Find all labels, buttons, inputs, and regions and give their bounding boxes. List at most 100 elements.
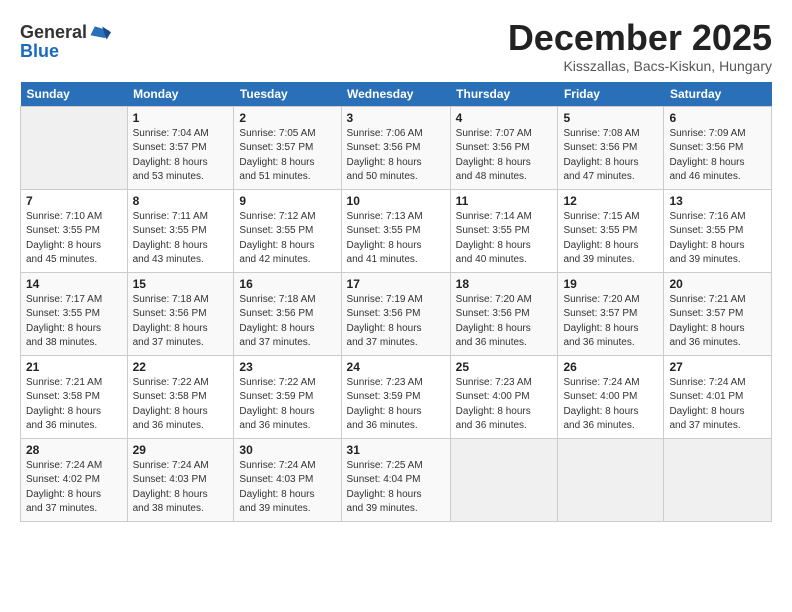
- day-cell: 5 Sunrise: 7:08 AM Sunset: 3:56 PM Daylig…: [558, 106, 664, 189]
- day-cell: 20 Sunrise: 7:21 AM Sunset: 3:57 PM Dayli…: [664, 272, 772, 355]
- day-number: 5: [563, 111, 658, 125]
- logo-blue: Blue: [20, 42, 111, 62]
- day-number: 29: [133, 443, 229, 457]
- day-cell: 14 Sunrise: 7:17 AM Sunset: 3:55 PM Dayli…: [21, 272, 128, 355]
- day-info: Sunrise: 7:05 AM Sunset: 3:57 PM Dayligh…: [239, 127, 335, 185]
- day-info: Sunrise: 7:24 AM Sunset: 4:01 PM Dayligh…: [669, 376, 766, 434]
- day-number: 7: [26, 194, 122, 208]
- day-info: Sunrise: 7:25 AM Sunset: 4:04 PM Dayligh…: [347, 459, 445, 517]
- day-header: Wednesday: [341, 82, 450, 107]
- day-info: Sunrise: 7:24 AM Sunset: 4:03 PM Dayligh…: [133, 459, 229, 517]
- day-number: 24: [347, 360, 445, 374]
- day-cell: 8 Sunrise: 7:11 AM Sunset: 3:55 PM Daylig…: [127, 189, 234, 272]
- day-info: Sunrise: 7:15 AM Sunset: 3:55 PM Dayligh…: [563, 210, 658, 268]
- day-info: Sunrise: 7:21 AM Sunset: 3:57 PM Dayligh…: [669, 293, 766, 351]
- day-number: 11: [456, 194, 553, 208]
- day-cell: 25Sunrise: 7:23 AM Sunset: 4:00 PM Dayli…: [450, 355, 558, 438]
- day-cell: 19 Sunrise: 7:20 AM Sunset: 3:57 PM Dayli…: [558, 272, 664, 355]
- day-cell: [450, 438, 558, 521]
- day-cell: 6 Sunrise: 7:09 AM Sunset: 3:56 PM Daylig…: [664, 106, 772, 189]
- day-info: Sunrise: 7:16 AM Sunset: 3:55 PM Dayligh…: [669, 210, 766, 268]
- day-info: Sunrise: 7:10 AM Sunset: 3:55 PM Dayligh…: [26, 210, 122, 268]
- day-number: 4: [456, 111, 553, 125]
- day-number: 26: [563, 360, 658, 374]
- day-cell: 4 Sunrise: 7:07 AM Sunset: 3:56 PM Daylig…: [450, 106, 558, 189]
- week-row: 7 Sunrise: 7:10 AM Sunset: 3:55 PM Daylig…: [21, 189, 772, 272]
- day-info: Sunrise: 7:20 AM Sunset: 3:57 PM Dayligh…: [563, 293, 658, 351]
- day-number: 28: [26, 443, 122, 457]
- header-section: General Blue December 2025 Kisszallas, B…: [20, 18, 772, 74]
- day-cell: 29 Sunrise: 7:24 AM Sunset: 4:03 PM Dayli…: [127, 438, 234, 521]
- day-info: Sunrise: 7:20 AM Sunset: 3:56 PM Dayligh…: [456, 293, 553, 351]
- day-cell: 30Sunrise: 7:24 AM Sunset: 4:03 PM Dayli…: [234, 438, 341, 521]
- week-row: 14 Sunrise: 7:17 AM Sunset: 3:55 PM Dayli…: [21, 272, 772, 355]
- day-cell: 13Sunrise: 7:16 AM Sunset: 3:55 PM Dayli…: [664, 189, 772, 272]
- day-cell: 2Sunrise: 7:05 AM Sunset: 3:57 PM Daylig…: [234, 106, 341, 189]
- day-info: Sunrise: 7:08 AM Sunset: 3:56 PM Dayligh…: [563, 127, 658, 185]
- day-cell: 15Sunrise: 7:18 AM Sunset: 3:56 PM Dayli…: [127, 272, 234, 355]
- day-number: 21: [26, 360, 122, 374]
- week-row: 28Sunrise: 7:24 AM Sunset: 4:02 PM Dayli…: [21, 438, 772, 521]
- day-number: 16: [239, 277, 335, 291]
- day-header: Sunday: [21, 82, 128, 107]
- day-cell: 28Sunrise: 7:24 AM Sunset: 4:02 PM Dayli…: [21, 438, 128, 521]
- day-info: Sunrise: 7:12 AM Sunset: 3:55 PM Dayligh…: [239, 210, 335, 268]
- day-info: Sunrise: 7:06 AM Sunset: 3:56 PM Dayligh…: [347, 127, 445, 185]
- day-cell: [664, 438, 772, 521]
- day-info: Sunrise: 7:22 AM Sunset: 3:59 PM Dayligh…: [239, 376, 335, 434]
- day-header: Monday: [127, 82, 234, 107]
- day-cell: 11 Sunrise: 7:14 AM Sunset: 3:55 PM Dayli…: [450, 189, 558, 272]
- day-cell: 9 Sunrise: 7:12 AM Sunset: 3:55 PM Daylig…: [234, 189, 341, 272]
- day-info: Sunrise: 7:17 AM Sunset: 3:55 PM Dayligh…: [26, 293, 122, 351]
- day-header: Friday: [558, 82, 664, 107]
- day-cell: 26 Sunrise: 7:24 AM Sunset: 4:00 PM Dayli…: [558, 355, 664, 438]
- logo: General Blue: [20, 22, 111, 62]
- day-info: Sunrise: 7:11 AM Sunset: 3:55 PM Dayligh…: [133, 210, 229, 268]
- day-cell: 10 Sunrise: 7:13 AM Sunset: 3:55 PM Dayli…: [341, 189, 450, 272]
- day-number: 10: [347, 194, 445, 208]
- day-number: 20: [669, 277, 766, 291]
- day-cell: [558, 438, 664, 521]
- day-info: Sunrise: 7:21 AM Sunset: 3:58 PM Dayligh…: [26, 376, 122, 434]
- day-info: Sunrise: 7:23 AM Sunset: 3:59 PM Dayligh…: [347, 376, 445, 434]
- day-header: Tuesday: [234, 82, 341, 107]
- day-number: 14: [26, 277, 122, 291]
- day-number: 6: [669, 111, 766, 125]
- week-row: 1 Sunrise: 7:04 AM Sunset: 3:57 PM Daylig…: [21, 106, 772, 189]
- day-info: Sunrise: 7:13 AM Sunset: 3:55 PM Dayligh…: [347, 210, 445, 268]
- day-info: Sunrise: 7:04 AM Sunset: 3:57 PM Dayligh…: [133, 127, 229, 185]
- day-cell: 3Sunrise: 7:06 AM Sunset: 3:56 PM Daylig…: [341, 106, 450, 189]
- logo-general: General: [20, 23, 87, 43]
- day-number: 12: [563, 194, 658, 208]
- day-number: 27: [669, 360, 766, 374]
- day-cell: 17Sunrise: 7:19 AM Sunset: 3:56 PM Dayli…: [341, 272, 450, 355]
- day-number: 9: [239, 194, 335, 208]
- location: Kisszallas, Bacs-Kiskun, Hungary: [508, 58, 772, 74]
- day-number: 8: [133, 194, 229, 208]
- title-block: December 2025 Kisszallas, Bacs-Kiskun, H…: [508, 18, 772, 74]
- day-number: 30: [239, 443, 335, 457]
- day-info: Sunrise: 7:07 AM Sunset: 3:56 PM Dayligh…: [456, 127, 553, 185]
- day-cell: 27 Sunrise: 7:24 AM Sunset: 4:01 PM Dayli…: [664, 355, 772, 438]
- day-number: 25: [456, 360, 553, 374]
- day-info: Sunrise: 7:14 AM Sunset: 3:55 PM Dayligh…: [456, 210, 553, 268]
- day-cell: 1 Sunrise: 7:04 AM Sunset: 3:57 PM Daylig…: [127, 106, 234, 189]
- header-row: SundayMondayTuesdayWednesdayThursdayFrid…: [21, 82, 772, 107]
- day-number: 17: [347, 277, 445, 291]
- day-number: 23: [239, 360, 335, 374]
- day-header: Thursday: [450, 82, 558, 107]
- day-cell: 24 Sunrise: 7:23 AM Sunset: 3:59 PM Dayli…: [341, 355, 450, 438]
- day-cell: 23 Sunrise: 7:22 AM Sunset: 3:59 PM Dayli…: [234, 355, 341, 438]
- day-number: 1: [133, 111, 229, 125]
- day-cell: 18 Sunrise: 7:20 AM Sunset: 3:56 PM Dayli…: [450, 272, 558, 355]
- day-info: Sunrise: 7:24 AM Sunset: 4:00 PM Dayligh…: [563, 376, 658, 434]
- day-cell: 7 Sunrise: 7:10 AM Sunset: 3:55 PM Daylig…: [21, 189, 128, 272]
- day-info: Sunrise: 7:18 AM Sunset: 3:56 PM Dayligh…: [133, 293, 229, 351]
- month-title: December 2025: [508, 18, 772, 58]
- week-row: 21 Sunrise: 7:21 AM Sunset: 3:58 PM Dayli…: [21, 355, 772, 438]
- day-number: 18: [456, 277, 553, 291]
- day-info: Sunrise: 7:09 AM Sunset: 3:56 PM Dayligh…: [669, 127, 766, 185]
- day-cell: 22Sunrise: 7:22 AM Sunset: 3:58 PM Dayli…: [127, 355, 234, 438]
- day-cell: [21, 106, 128, 189]
- day-number: 19: [563, 277, 658, 291]
